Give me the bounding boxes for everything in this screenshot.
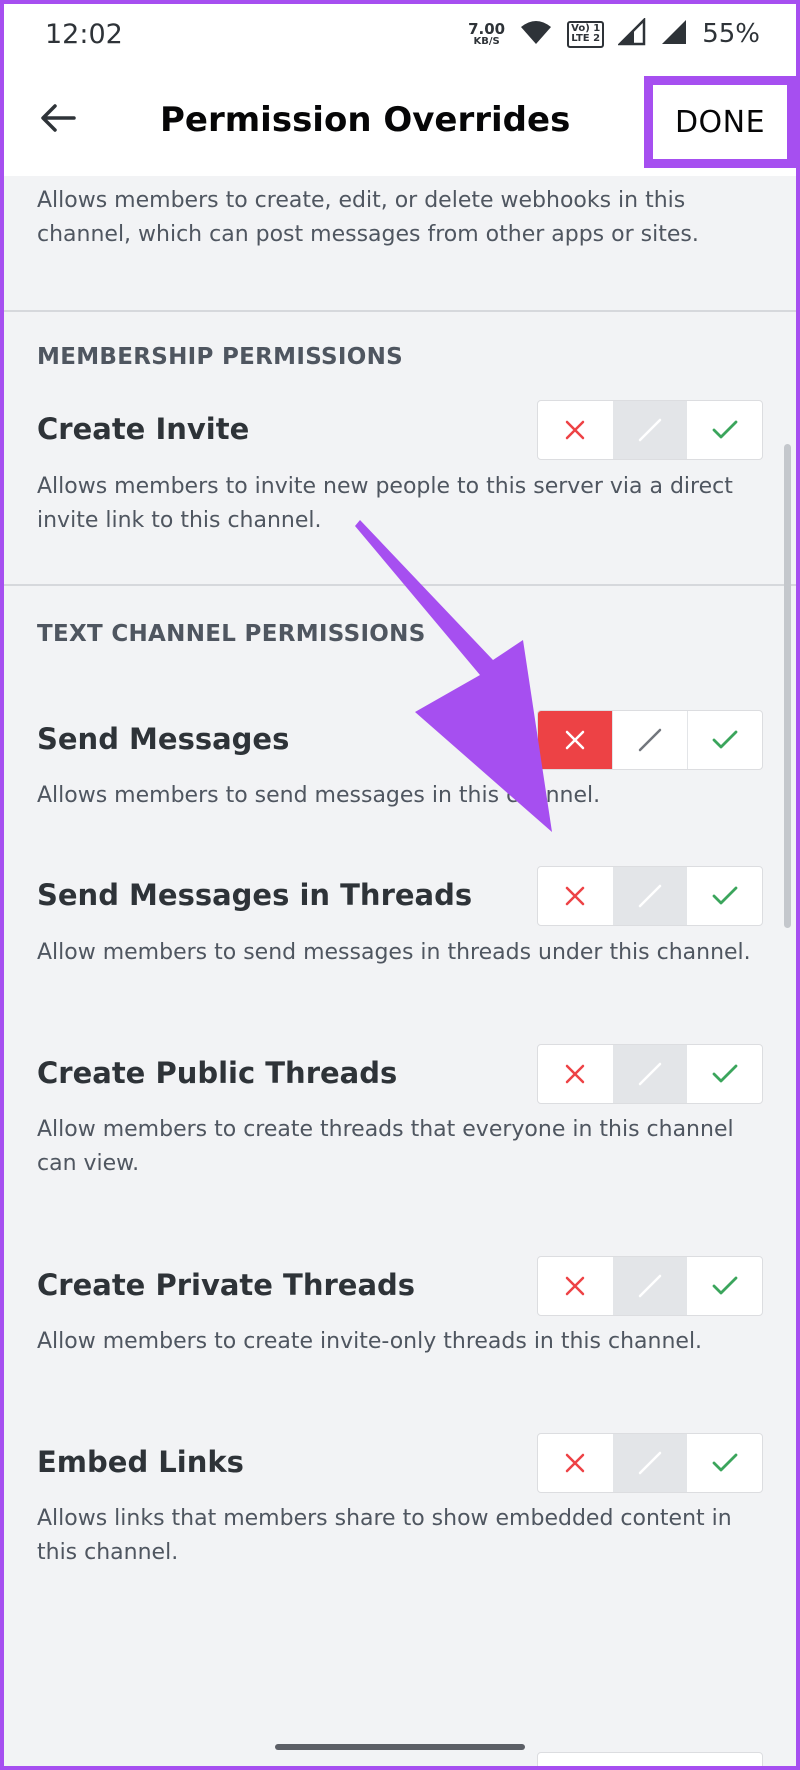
perm-label-send-messages: Send Messages [37, 722, 290, 756]
toggle-create-public-threads [537, 1044, 763, 1104]
check-icon [712, 886, 738, 905]
neutral-button[interactable] [612, 401, 688, 459]
membership-section-title: MEMBERSHIP PERMISSIONS [37, 344, 404, 370]
toggle-send-messages-threads [537, 866, 763, 926]
allow-button[interactable] [687, 1257, 762, 1315]
perm-label-create-public-threads: Create Public Threads [37, 1056, 398, 1090]
perm-label-embed-links: Embed Links [37, 1445, 244, 1479]
arrow-left-icon [41, 104, 76, 132]
perm-desc-create-private-threads: Allow members to create invite-only thre… [37, 1329, 703, 1354]
perm-desc-send-messages-threads: Allow members to send messages in thread… [37, 940, 751, 965]
signal-icon-2 [660, 18, 688, 50]
perm-desc-embed-links: Allows links that members share to show … [37, 1506, 732, 1565]
toggle-send-messages [537, 710, 763, 770]
lte-badge-bottom: LTE 2 [571, 33, 601, 44]
network-speed-unit: KB/S [473, 35, 500, 47]
x-icon [565, 730, 585, 750]
x-icon [566, 1276, 585, 1296]
x-icon [566, 1064, 585, 1084]
perm-label-send-messages-threads: Send Messages in Threads [37, 878, 473, 912]
slash-icon [638, 1274, 662, 1298]
scrollbar[interactable] [784, 444, 791, 928]
signal-icon [617, 16, 646, 50]
battery-level: 55% [702, 19, 760, 49]
allow-button[interactable] [687, 1434, 762, 1492]
check-icon [712, 1453, 738, 1472]
allow-button[interactable] [687, 401, 762, 459]
text-channel-section-title: TEXT CHANNEL PERMISSIONS [37, 621, 426, 647]
deny-button[interactable] [538, 1257, 613, 1315]
neutral-button[interactable] [612, 711, 688, 769]
slash-icon [638, 1062, 662, 1086]
neutral-button[interactable] [612, 1257, 688, 1315]
neutral-button[interactable] [612, 1434, 688, 1492]
slash-icon [638, 418, 662, 442]
check-icon [712, 1064, 738, 1083]
webhooks-description: Allows members to create, edit, or delet… [37, 188, 699, 247]
wifi-icon [519, 18, 553, 50]
perm-desc-create-public-threads: Allow members to create threads that eve… [37, 1117, 734, 1176]
next-toggle-peek [537, 1752, 763, 1770]
perm-label-create-private-threads: Create Private Threads [37, 1268, 416, 1302]
back-button[interactable] [38, 98, 78, 138]
status-time: 12:02 [45, 18, 123, 50]
toggle-create-invite [537, 400, 763, 460]
check-icon [712, 420, 738, 439]
slash-icon [638, 1451, 662, 1475]
app-header: Permission Overrides DONE [0, 68, 800, 176]
allow-button[interactable] [687, 1045, 762, 1103]
perm-desc-send-messages: Allows members to send messages in this … [37, 783, 601, 808]
status-bar: 12:02 7.00 KB/S Vo) 1 LTE 2 55% [0, 0, 800, 68]
check-icon [712, 730, 738, 749]
status-icons: 7.00 KB/S Vo) 1 LTE 2 55% [468, 16, 760, 50]
page-title: Permission Overrides [160, 100, 571, 140]
x-icon [566, 1453, 585, 1473]
permissions-list[interactable]: Allows members to create, edit, or delet… [0, 176, 800, 1770]
lte-badge: Vo) 1 LTE 2 [567, 20, 605, 48]
slash-icon [638, 884, 662, 908]
deny-button[interactable] [538, 401, 613, 459]
allow-button[interactable] [688, 711, 762, 769]
toggle-embed-links [537, 1433, 763, 1493]
slash-icon [638, 728, 662, 752]
network-speed-value: 7.00 [468, 19, 506, 38]
allow-button[interactable] [687, 867, 762, 925]
deny-button[interactable] [538, 1045, 613, 1103]
neutral-button[interactable] [612, 1045, 688, 1103]
x-icon [566, 886, 585, 906]
network-speed: 7.00 KB/S [468, 19, 506, 47]
perm-label-create-invite: Create Invite [37, 412, 250, 446]
home-indicator[interactable] [275, 1744, 525, 1750]
x-icon [566, 420, 585, 440]
check-icon [712, 1276, 738, 1295]
perm-desc-create-invite: Allows members to invite new people to t… [37, 474, 733, 533]
deny-button[interactable] [538, 711, 612, 769]
neutral-button[interactable] [612, 867, 688, 925]
deny-button[interactable] [538, 867, 613, 925]
toggle-create-private-threads [537, 1256, 763, 1316]
deny-button[interactable] [538, 1434, 613, 1492]
done-button[interactable]: DONE [644, 76, 796, 168]
